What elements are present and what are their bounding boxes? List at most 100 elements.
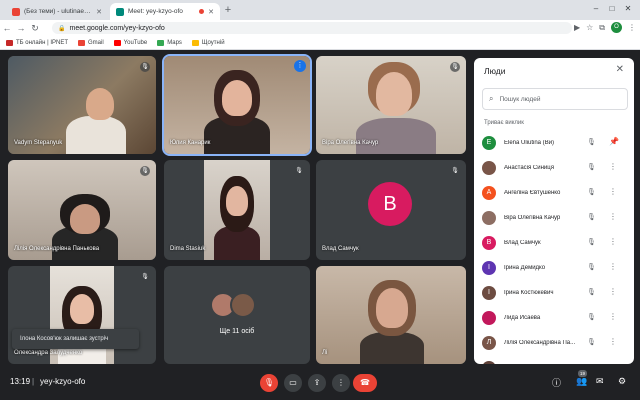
present-screen-button[interactable]: ⇪	[308, 374, 326, 392]
bookmark-item[interactable]: ТБ онлайн | IPNET	[6, 39, 68, 46]
more-options-icon[interactable]: ⋮	[609, 312, 617, 321]
participant-name: Лілія Олександрівна Панькова	[14, 246, 100, 252]
bookmark-label: Maps	[167, 39, 182, 46]
participant-row[interactable]: Віра Олегівна Качур 🎙 ⋮	[474, 205, 634, 230]
participant-row[interactable]: E Elena Uliutina (Ви) 🎙 📌	[474, 130, 634, 155]
extensions-icon[interactable]: ⧉	[599, 23, 605, 33]
search-people-input[interactable]: ⌕ Пошук людей	[482, 88, 628, 110]
bookmark-label: Gmail	[87, 39, 104, 46]
more-participants-tile[interactable]: Ще 11 осіб	[164, 266, 310, 364]
video-tile[interactable]: 🎙 Віра Олегівна Качур	[316, 56, 466, 154]
participant-face	[86, 88, 114, 120]
participant-name: Ірина Демидко	[504, 264, 546, 271]
video-tile-speaking[interactable]: ⋮ Юлия Канарик	[162, 54, 312, 156]
profile-avatar[interactable]: O	[611, 22, 622, 33]
participant-face	[222, 80, 252, 116]
participant-name: Лілія Олександрівна Па...	[504, 339, 576, 346]
bookmark-label: ТБ онлайн | IPNET	[16, 39, 68, 46]
participant-row[interactable]: I Ірина Костюкевич 🎙 ⋮	[474, 280, 634, 305]
leave-call-button[interactable]: ☎	[353, 374, 377, 392]
new-tab-button[interactable]: +	[222, 4, 234, 16]
mic-off-icon: 🎙	[140, 62, 150, 72]
mic-off-icon: 🎙	[140, 272, 150, 282]
minimize-button[interactable]: –	[588, 4, 604, 13]
participant-avatar	[482, 310, 496, 325]
participant-avatar: B	[482, 235, 496, 250]
participant-face	[70, 294, 94, 324]
close-window-button[interactable]: ✕	[620, 4, 636, 13]
more-options-icon[interactable]: ⋮	[609, 287, 617, 296]
close-tab-icon[interactable]: ✕	[96, 8, 102, 16]
participant-avatar: Л	[482, 335, 496, 350]
participants-count-badge: 19	[578, 370, 587, 377]
more-options-icon[interactable]: ⋮	[609, 162, 617, 171]
mic-off-icon: 🎙	[450, 62, 460, 72]
mic-off-icon: 🎙	[587, 239, 596, 246]
star-icon[interactable]: ☆	[586, 23, 593, 32]
video-tile[interactable]: 🎙 Лілія Олександрівна Панькова	[8, 160, 156, 260]
toast-text: Ілона Косов'юк залишає зустріч	[20, 336, 109, 342]
more-options-button[interactable]: ⋮	[332, 374, 350, 392]
more-options-icon[interactable]: ⋮	[609, 262, 617, 271]
mic-off-icon: 🎙	[587, 264, 596, 271]
more-options-icon[interactable]: ⋮	[609, 187, 617, 196]
participants-list: E Elena Uliutina (Ви) 🎙 📌 Анастасія Сини…	[474, 130, 634, 364]
close-tab-icon[interactable]: ✕	[208, 8, 214, 16]
toolbar-icons: ▶ ☆ ⧉ O ⋮	[574, 22, 636, 33]
more-options-icon[interactable]: ⋮	[609, 212, 617, 221]
participant-avatar: A	[482, 185, 496, 200]
bookmark-item[interactable]: Щоутній	[191, 39, 225, 46]
camera-toggle-button[interactable]: ▭	[284, 374, 302, 392]
participant-row[interactable]: Л Лілія Олександрівна Па... 🎙 ⋮	[474, 330, 634, 355]
participant-row[interactable]: A Ангеліна Євтушенко 🎙 ⋮	[474, 180, 634, 205]
participant-name: Ірина Костюкевич	[504, 289, 554, 296]
video-tile[interactable]: 🎙 Dima Stasiuk	[164, 160, 310, 260]
participant-face	[70, 204, 100, 234]
lock-icon: 🔒	[58, 25, 66, 32]
camera-indicator-icon[interactable]: ▶	[574, 23, 580, 32]
participant-name: Vadym Stepanyuk	[14, 140, 63, 146]
mic-off-icon: 🎙	[140, 166, 150, 176]
mic-toggle-button[interactable]: 🎙	[260, 374, 278, 392]
video-tile[interactable]: 🎙 Олександра Залудченко	[8, 266, 156, 364]
bookmark-item[interactable]: Maps	[157, 39, 182, 46]
bookmark-item[interactable]: YouTube	[113, 39, 147, 46]
maximize-button[interactable]: □	[604, 4, 620, 13]
participant-row[interactable]: Анастасія Синиця 🎙 ⋮	[474, 155, 634, 180]
meeting-details-icon[interactable]: ⓘ	[552, 376, 561, 389]
bookmark-item[interactable]: Gmail	[77, 39, 104, 46]
video-tile[interactable]: Лі	[316, 266, 466, 364]
activities-icon[interactable]: ⚙	[618, 376, 626, 387]
close-icon[interactable]: ✕	[616, 64, 624, 75]
address-bar[interactable]: 🔒 meet.google.com/yey-kzyo-ofo	[52, 22, 572, 34]
reload-icon[interactable]: ↻	[28, 23, 42, 34]
video-tile[interactable]: 🎙 Vadym Stepanyuk	[8, 56, 156, 154]
section-heading: Триває виклик	[484, 120, 524, 126]
gmail-icon	[12, 7, 20, 16]
participant-name: Олександра Залудченко	[14, 350, 83, 356]
tab-gmail[interactable]: (Без теми) - ulutinaea@gmail.com ✕	[6, 3, 108, 20]
pin-icon[interactable]: 📌	[609, 137, 619, 146]
bookmarks-bar: ТБ онлайн | IPNET Gmail YouTube Maps Щоу…	[0, 36, 640, 50]
mic-off-icon: 🎙	[587, 139, 596, 146]
meet-icon	[116, 7, 124, 16]
chat-icon[interactable]: ✉	[596, 376, 604, 387]
participant-avatar: I	[482, 285, 496, 300]
participant-body	[66, 116, 126, 154]
video-tile[interactable]: B 🎙 Влад Самчук	[316, 160, 466, 260]
more-options-icon[interactable]: ⋮	[609, 337, 617, 346]
menu-icon[interactable]: ⋮	[628, 23, 636, 32]
people-icon[interactable]: 👥	[576, 376, 587, 387]
participant-row[interactable]	[474, 355, 634, 364]
search-icon: ⌕	[489, 94, 494, 103]
search-placeholder: Пошук людей	[499, 95, 541, 103]
participant-row[interactable]: Лида Исаева 🎙 ⋮	[474, 305, 634, 330]
back-icon[interactable]: ←	[0, 23, 14, 33]
participant-row[interactable]: I Ірина Демидко 🎙 ⋮	[474, 255, 634, 280]
tab-meet[interactable]: Meet: yey-kzyo-ofo ✕	[110, 3, 220, 20]
more-options-icon[interactable]: ⋮	[609, 237, 617, 246]
forward-icon[interactable]: →	[14, 23, 28, 33]
participant-row[interactable]: B Влад Самчук 🎙 ⋮	[474, 230, 634, 255]
mic-off-icon: 🎙	[587, 189, 596, 196]
participant-name: Ангеліна Євтушенко	[504, 189, 561, 196]
